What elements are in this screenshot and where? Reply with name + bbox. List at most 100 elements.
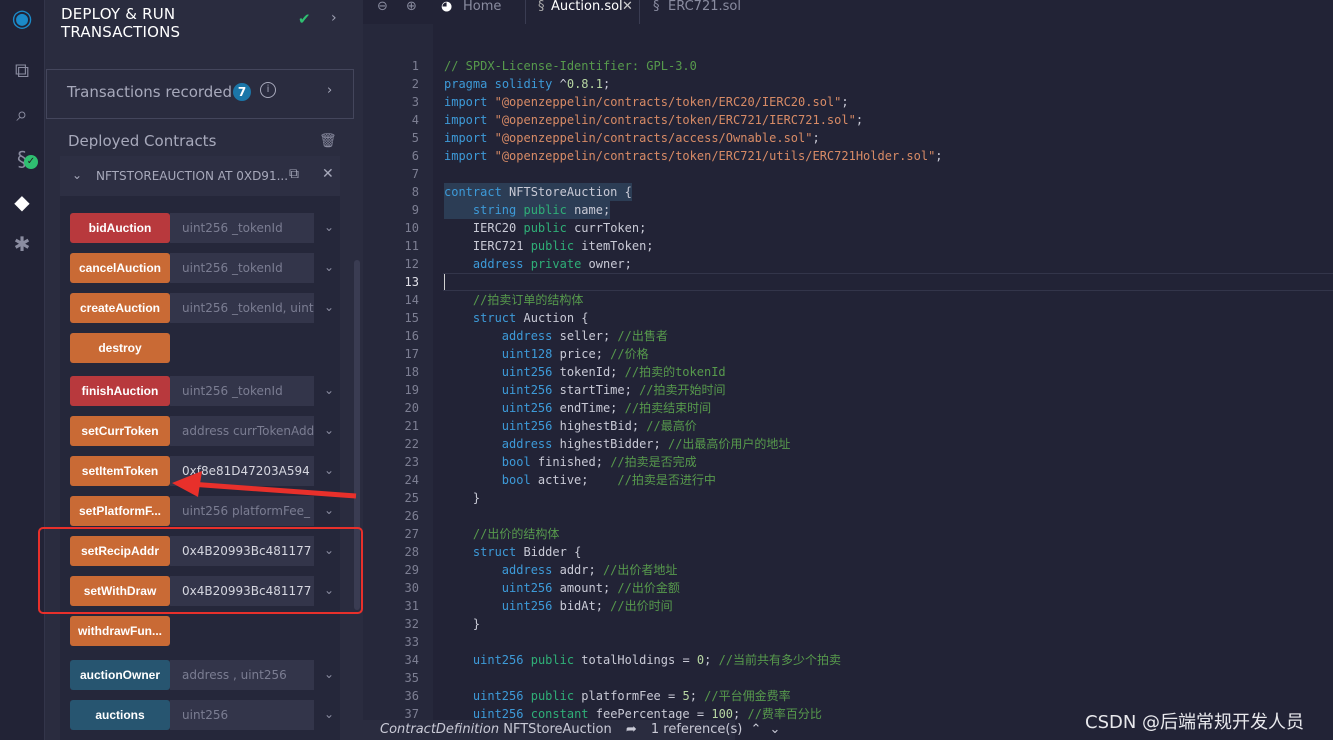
function-button[interactable]: auctions [70, 700, 170, 730]
solidity-file-icon: § [653, 0, 660, 14]
search-icon[interactable]: ⌕ [8, 100, 36, 128]
function-button[interactable]: setPlatformF... [70, 496, 170, 526]
code-text: import "@openzeppelin/contracts/token/ER… [444, 147, 943, 165]
close-tab-icon[interactable]: ✕ [622, 0, 633, 22]
code-text: uint256 startTime; //拍卖开始时间 [444, 381, 726, 399]
tab-home[interactable]: Home [463, 0, 501, 22]
trash-icon[interactable]: 🗑 [319, 133, 337, 149]
chevron-down-icon[interactable]: ⌄ [324, 260, 334, 274]
deployed-contracts-label: Deployed Contracts [68, 132, 217, 150]
code-line: 36 uint256 public platformFee = 5; //平台佣… [363, 687, 1333, 705]
debugger-icon[interactable]: ✱ [8, 230, 36, 258]
deploy-run-icon[interactable]: ◆ [8, 188, 36, 216]
code-text: address seller; //出售者 [444, 327, 668, 345]
tab-erc721-sol[interactable]: ERC721.sol [668, 0, 741, 22]
chevron-down-icon[interactable]: ⌄ [324, 383, 334, 397]
contract-header[interactable]: ⌄ NFTSTOREAUCTION AT 0XD91... ⧉ ✕ [60, 156, 340, 196]
code-text: uint256 public platformFee = 5; //平台佣金费率 [444, 687, 791, 705]
chevron-down-icon[interactable]: ⌄ [769, 722, 780, 737]
line-number: 18 [404, 365, 419, 379]
code-token: public [523, 221, 567, 235]
zoom-in-icon[interactable]: ⊕ [406, 0, 417, 22]
code-line: 15 struct Auction { [363, 309, 1333, 327]
code-token: private [530, 257, 582, 271]
code-line: 11 IERC721 public itemToken; [363, 237, 1333, 255]
zoom-out-icon[interactable]: ⊖ [377, 0, 388, 22]
function-args-input[interactable]: uint256 _tokenId [170, 213, 314, 243]
function-button[interactable]: setCurrToken [70, 416, 170, 446]
code-token: import [444, 113, 488, 127]
function-button[interactable]: finishAuction [70, 376, 170, 406]
function-auctionowner: auctionOwner address , uint256 ⌄ [70, 660, 340, 690]
chevron-right-icon[interactable]: › [331, 10, 337, 26]
code-token: //出价的结构体 [472, 527, 560, 541]
tab-auction-sol[interactable]: Auction.sol [551, 0, 623, 22]
line-number: 27 [404, 527, 419, 541]
chevron-down-icon[interactable]: ⌄ [324, 423, 334, 437]
chevron-right-icon[interactable]: › [327, 83, 332, 98]
remix-logo-icon[interactable]: ◉ [8, 4, 36, 32]
function-args-input[interactable]: address currTokenAdd [170, 416, 314, 446]
function-button[interactable]: setItemToken [70, 456, 170, 486]
chevron-down-icon[interactable]: ⌄ [72, 168, 82, 182]
function-button[interactable]: bidAuction [70, 213, 170, 243]
function-args-input[interactable]: uint256 _tokenId, uint1 [170, 293, 314, 323]
info-icon[interactable]: i [260, 82, 276, 98]
function-button[interactable]: createAuction [70, 293, 170, 323]
function-args-input[interactable]: uint256 _tokenId [170, 376, 314, 406]
code-token: name; [566, 203, 611, 217]
function-args-input[interactable]: uint256 _tokenId [170, 253, 314, 283]
code-text: } [444, 489, 480, 507]
code-token: uint128 [501, 347, 553, 361]
chevron-down-icon[interactable]: ⌄ [324, 220, 334, 234]
copy-icon[interactable]: ⧉ [289, 166, 299, 182]
transactions-label: Transactions recorded [67, 83, 233, 101]
transactions-recorded[interactable]: Transactions recorded 7 i › [46, 69, 354, 119]
code-text: import "@openzeppelin/contracts/access/O… [444, 129, 820, 147]
code-text: pragma solidity ^0.8.1; [444, 75, 610, 93]
chevron-down-icon[interactable]: ⌄ [324, 707, 334, 721]
code-line: 28 struct Bidder { [363, 543, 1333, 561]
code-token: //当前共有多少个拍卖 [718, 653, 842, 667]
code-line: 6 import "@openzeppelin/contracts/token/E… [363, 147, 1333, 165]
code-token: //拍卖开始时间 [639, 383, 726, 397]
code-token: address [501, 437, 553, 451]
editor-tabs: ⊖ ⊕ ◕ Home § Auction.sol ✕ § ERC721.sol [363, 0, 1333, 24]
code-token: ; [841, 95, 849, 109]
function-button[interactable]: cancelAuction [70, 253, 170, 283]
close-icon[interactable]: ✕ [322, 166, 334, 182]
function-args-input[interactable]: uint256 [170, 700, 314, 730]
code-token: owner; [581, 257, 632, 271]
chevron-down-icon[interactable]: ⌄ [324, 300, 334, 314]
goto-definition-icon[interactable]: ➦ [626, 722, 637, 737]
line-number: 32 [404, 617, 419, 631]
code-text: // SPDX-License-Identifier: GPL-3.0 [444, 57, 697, 75]
code-token: ; [704, 653, 719, 667]
contract-name: NFTSTOREAUCTION AT 0XD91... [96, 169, 289, 183]
code-token: feePercentage = [588, 707, 712, 721]
function-createauction: createAuction uint256 _tokenId, uint1 ⌄ [70, 293, 340, 323]
function-button[interactable]: destroy [70, 333, 170, 363]
function-button[interactable]: auctionOwner [70, 660, 170, 690]
solidity-compiler-icon[interactable]: § ✓ [8, 145, 38, 173]
line-number: 26 [404, 509, 419, 523]
function-button[interactable]: withdrawFun... [70, 616, 170, 646]
function-args-input[interactable]: address , uint256 [170, 660, 314, 690]
code-line: 19 uint256 startTime; //拍卖开始时间 [363, 381, 1333, 399]
code-text: bool finished; //拍卖是否完成 [444, 453, 697, 471]
code-token: amount; [552, 581, 618, 595]
code-token: address [472, 257, 524, 271]
file-explorer-icon[interactable]: ⧉ [8, 56, 36, 84]
code-line: 23 bool finished; //拍卖是否完成 [363, 453, 1333, 471]
chevron-down-icon[interactable]: ⌄ [324, 667, 334, 681]
code-token: 0.8.1 [566, 77, 603, 91]
chevron-up-icon[interactable]: ⌃ [750, 722, 761, 737]
line-number: 12 [404, 257, 419, 271]
code-token: import [444, 149, 488, 163]
